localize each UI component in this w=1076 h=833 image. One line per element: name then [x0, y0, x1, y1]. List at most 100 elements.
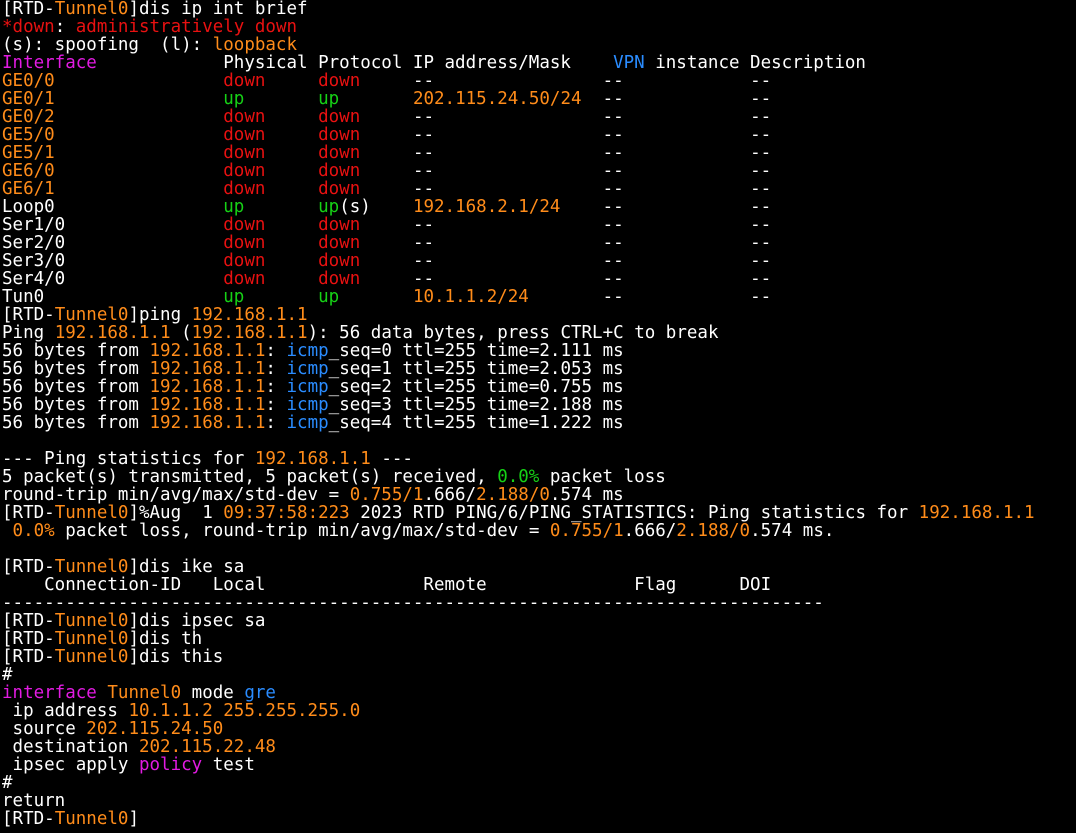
terminal-text-segment: ip address	[2, 701, 129, 721]
terminal-text-segment: return	[2, 791, 66, 811]
terminal-text-segment: 10.1.1.2 255.255.255.0	[128, 701, 361, 721]
terminal-text-segment: down	[318, 71, 361, 91]
terminal-line: [RTD-Tunnel0]dis this	[2, 648, 1076, 666]
terminal-line: Ser3/0 down down -- -- --	[2, 252, 1076, 270]
terminal-text-segment: Tunnel0	[54, 611, 129, 631]
terminal-text-segment: GE5/1	[2, 143, 55, 163]
terminal-line: 56 bytes from 192.168.1.1: icmp_seq=4 tt…	[2, 414, 1076, 432]
terminal-text-segment: up	[223, 197, 245, 217]
terminal-text-segment: Ser3/0	[2, 251, 224, 271]
terminal-text-segment: down	[223, 269, 266, 289]
terminal-text-segment: GE0/1	[2, 89, 55, 109]
terminal-text-segment: 0.755/1	[349, 485, 424, 505]
terminal-text-segment: icmp	[286, 413, 329, 433]
terminal-text-segment: ]	[128, 809, 139, 829]
terminal-text-segment: #	[2, 665, 13, 685]
terminal-text-segment: VPN	[613, 53, 645, 73]
terminal-text-segment: Tunnel0	[54, 809, 129, 829]
terminal-text-segment: up	[318, 89, 340, 109]
terminal-text-segment: :	[54, 17, 76, 37]
terminal-text-segment: down	[223, 143, 266, 163]
terminal-text-segment: 192.168.1.1	[254, 449, 371, 469]
terminal-text-segment: 2023 RTD PING/6/PING_STATISTICS: Ping st…	[349, 503, 919, 523]
terminal-text-segment: -- -- --	[360, 269, 772, 289]
terminal-text-segment: -- --	[560, 197, 772, 217]
terminal-text-segment: :	[265, 395, 287, 415]
terminal-line: Connection-ID Local Remote Flag DOI	[2, 576, 1076, 594]
terminal-line: Interface Physical Protocol IP address/M…	[2, 54, 1076, 72]
terminal-text-segment: GE6/0	[2, 161, 55, 181]
terminal-text-segment: 56 bytes from	[2, 359, 150, 379]
terminal-text-segment: policy	[138, 755, 203, 775]
terminal-text-segment: down	[318, 143, 361, 163]
terminal-line: ipsec apply policy test	[2, 756, 1076, 774]
terminal-line: GE0/0 down down -- -- --	[2, 72, 1076, 90]
terminal-text-segment: 192.168.1.1	[191, 305, 308, 325]
terminal-text-segment: 202.115.22.48	[138, 737, 276, 757]
terminal-text-segment: down	[223, 71, 266, 91]
terminal-text-segment: 10.1.1.2/24	[412, 287, 529, 307]
terminal-text-segment: -- -- --	[360, 251, 772, 271]
terminal-text-segment: down	[223, 215, 266, 235]
terminal-line: 56 bytes from 192.168.1.1: icmp_seq=2 tt…	[2, 378, 1076, 396]
terminal-text-segment: Interface	[2, 53, 97, 73]
terminal-line: 56 bytes from 192.168.1.1: icmp_seq=0 tt…	[2, 342, 1076, 360]
terminal-line: return	[2, 792, 1076, 810]
terminal-text-segment: loopback	[212, 35, 298, 55]
terminal-text-segment: GE6/1	[2, 179, 55, 199]
terminal-text-segment: .574 ms	[549, 485, 624, 505]
terminal-line: GE6/1 down down -- -- --	[2, 180, 1076, 198]
terminal-line: Loop0 up up(s) 192.168.2.1/24 -- --	[2, 198, 1076, 216]
terminal-text-segment: --- Ping statistics for	[2, 449, 255, 469]
terminal-line: #	[2, 666, 1076, 684]
terminal-text-segment: -- -- --	[360, 125, 772, 145]
terminal-text-segment: down	[223, 233, 266, 253]
terminal-output[interactable]: [RTD-Tunnel0]dis ip int brief *down: admi…	[0, 0, 1076, 833]
terminal-text-segment: (s)	[339, 197, 413, 217]
terminal-text-segment: administratively down	[75, 17, 298, 37]
terminal-text-segment: down	[223, 125, 266, 145]
terminal-text-segment: 192.168.1.1	[918, 503, 1035, 523]
terminal-text-segment: (s): spoofing (l):	[2, 35, 213, 55]
terminal-text-segment: up	[223, 89, 245, 109]
terminal-line: Ser1/0 down down -- -- --	[2, 216, 1076, 234]
terminal-text-segment: Ping	[2, 323, 55, 343]
terminal-text-segment: ]%Aug 1	[128, 503, 224, 523]
terminal-text-segment: 192.168.1.1	[149, 359, 266, 379]
terminal-line: 56 bytes from 192.168.1.1: icmp_seq=1 tt…	[2, 360, 1076, 378]
terminal-text-segment: Tunnel0	[54, 647, 129, 667]
terminal-text-segment: 192.168.2.1/24	[412, 197, 561, 217]
terminal-text-segment: Tun0	[2, 287, 224, 307]
terminal-text-segment: -- -- --	[360, 179, 772, 199]
terminal-text-segment: packet loss, round-trip min/avg/max/std-…	[54, 521, 550, 541]
terminal-text-segment: Loop0	[2, 197, 224, 217]
terminal-line: round-trip min/avg/max/std-dev = 0.755/1…	[2, 486, 1076, 504]
terminal-text-segment: GE0/0	[2, 71, 55, 91]
terminal-text-segment: down	[318, 251, 361, 271]
terminal-text-segment: .666/	[623, 521, 677, 541]
terminal-text-segment: [RTD-	[2, 557, 55, 577]
terminal-text-segment: icmp	[286, 341, 329, 361]
terminal-text-segment: 0.0%	[497, 467, 540, 487]
terminal-text-segment: down	[318, 215, 361, 235]
terminal-line: 5 packet(s) transmitted, 5 packet(s) rec…	[2, 468, 1076, 486]
terminal-text-segment: up	[223, 287, 245, 307]
terminal-text-segment: 192.168.1.1	[149, 377, 266, 397]
terminal-line: 0.0% packet loss, round-trip min/avg/max…	[2, 522, 1076, 540]
terminal-text-segment: down	[318, 233, 361, 253]
terminal-text-segment: Tunnel0	[54, 557, 129, 577]
terminal-text-segment: packet loss	[539, 467, 666, 487]
